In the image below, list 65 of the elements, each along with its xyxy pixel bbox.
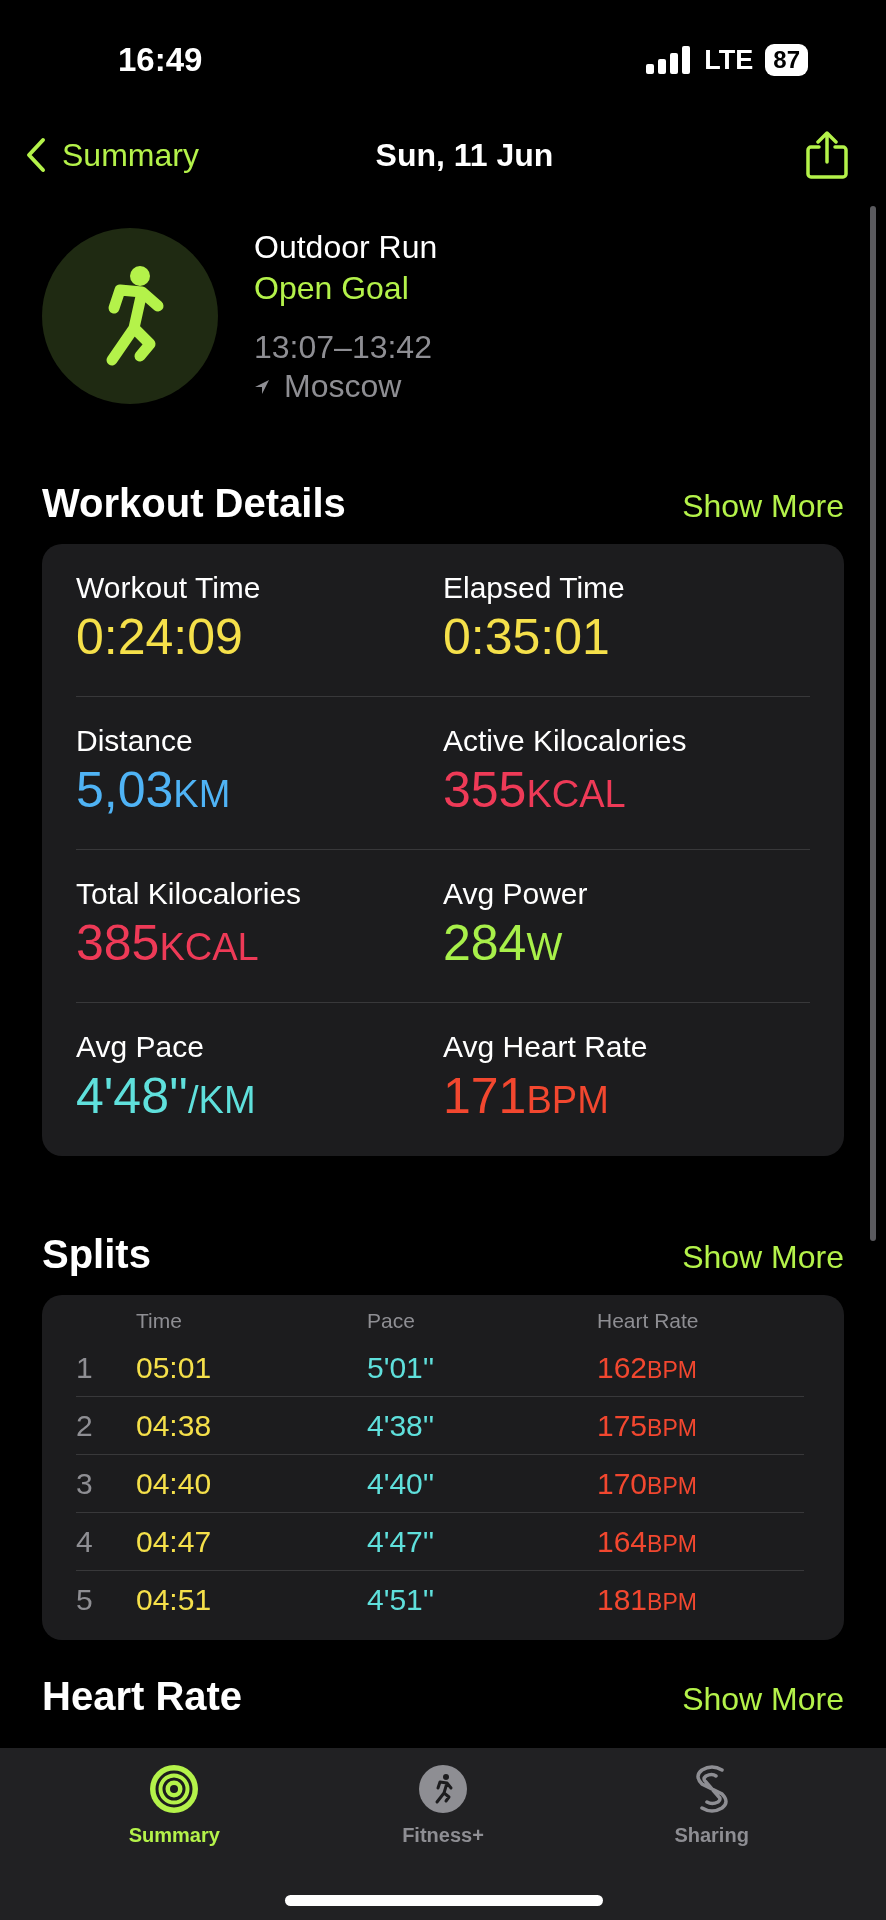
time-range: 13:07–13:42 (254, 328, 433, 367)
tab[interactable]: Sharing (631, 1748, 792, 1858)
show-more-link[interactable]: Show More (682, 488, 844, 525)
metric-label: Distance (76, 723, 194, 759)
back-button[interactable]: Summary (26, 136, 199, 174)
split-pace: 4'51'' (367, 1582, 436, 1617)
metric-value: 0:35:01 (443, 608, 611, 666)
nav-title: Sun, 11 Jun (375, 136, 554, 174)
workout-name: Outdoor Run (254, 228, 438, 267)
split-time: 04:47 (136, 1524, 213, 1559)
linked-loops-icon (693, 1764, 730, 1814)
metric-label: Elapsed Time (443, 570, 626, 606)
metric-label: Avg Power (443, 876, 589, 912)
metric-value: 4'48''/KM (76, 1067, 257, 1126)
workout-goal: Open Goal (254, 269, 410, 308)
split-heart-rate: 170BPM (597, 1466, 697, 1501)
show-more-link[interactable]: Show More (682, 1681, 844, 1718)
split-pace: 4'40'' (367, 1466, 436, 1501)
running-figure-icon (418, 1764, 468, 1814)
split-time: 05:01 (136, 1350, 213, 1385)
column-header: Pace (367, 1309, 416, 1333)
split-heart-rate: 162BPM (597, 1350, 697, 1385)
split-pace: 4'38'' (367, 1408, 436, 1443)
tab[interactable]: Summary (94, 1748, 255, 1858)
column-header: Time (136, 1309, 183, 1333)
battery-level: 87 (765, 44, 808, 76)
network-label: LTE (704, 44, 754, 76)
split-time: 04:51 (136, 1582, 213, 1617)
split-pace: 4'47'' (367, 1524, 436, 1559)
running-figure-icon (42, 227, 218, 404)
signal-icon (646, 46, 693, 74)
metric-value: 385KCAL (76, 914, 260, 973)
status-time: 16:49 (118, 41, 203, 79)
split-time: 04:38 (136, 1408, 213, 1443)
split-heart-rate: 175BPM (597, 1408, 697, 1443)
column-header: Heart Rate (597, 1309, 699, 1333)
metric-label: Active Kilocalories (443, 723, 688, 759)
section-title: Workout Details (42, 481, 346, 526)
split-number: 5 (76, 1582, 94, 1617)
metric-value: 284W (443, 914, 564, 973)
tab[interactable]: Fitness+ (363, 1748, 523, 1858)
metric-value: 355KCAL (443, 761, 627, 820)
metric-label: Total Kilocalories (76, 876, 303, 912)
metric-value: 0:24:09 (76, 608, 244, 666)
split-number: 1 (76, 1350, 94, 1385)
split-heart-rate: 164BPM (597, 1524, 697, 1559)
metric-label: Workout Time (76, 570, 262, 606)
section-title: Splits (42, 1232, 151, 1277)
rings-icon (149, 1764, 200, 1814)
metric-value: 5,03KM (76, 761, 232, 820)
split-time: 04:40 (136, 1466, 213, 1501)
share-icon[interactable] (806, 131, 848, 179)
split-pace: 5'01'' (367, 1350, 436, 1385)
split-heart-rate: 181BPM (597, 1582, 697, 1617)
location-label: Moscow (284, 368, 402, 405)
show-more-link[interactable]: Show More (682, 1239, 844, 1276)
location-arrow-icon (254, 378, 270, 395)
metric-value: 171BPM (443, 1067, 610, 1126)
metric-label: Avg Heart Rate (443, 1029, 649, 1065)
split-number: 2 (76, 1408, 94, 1443)
metric-label: Avg Pace (76, 1029, 205, 1065)
chevron-left-icon (26, 137, 46, 173)
split-number: 4 (76, 1524, 94, 1559)
split-number: 3 (76, 1466, 94, 1501)
section-title: Heart Rate (42, 1674, 243, 1719)
